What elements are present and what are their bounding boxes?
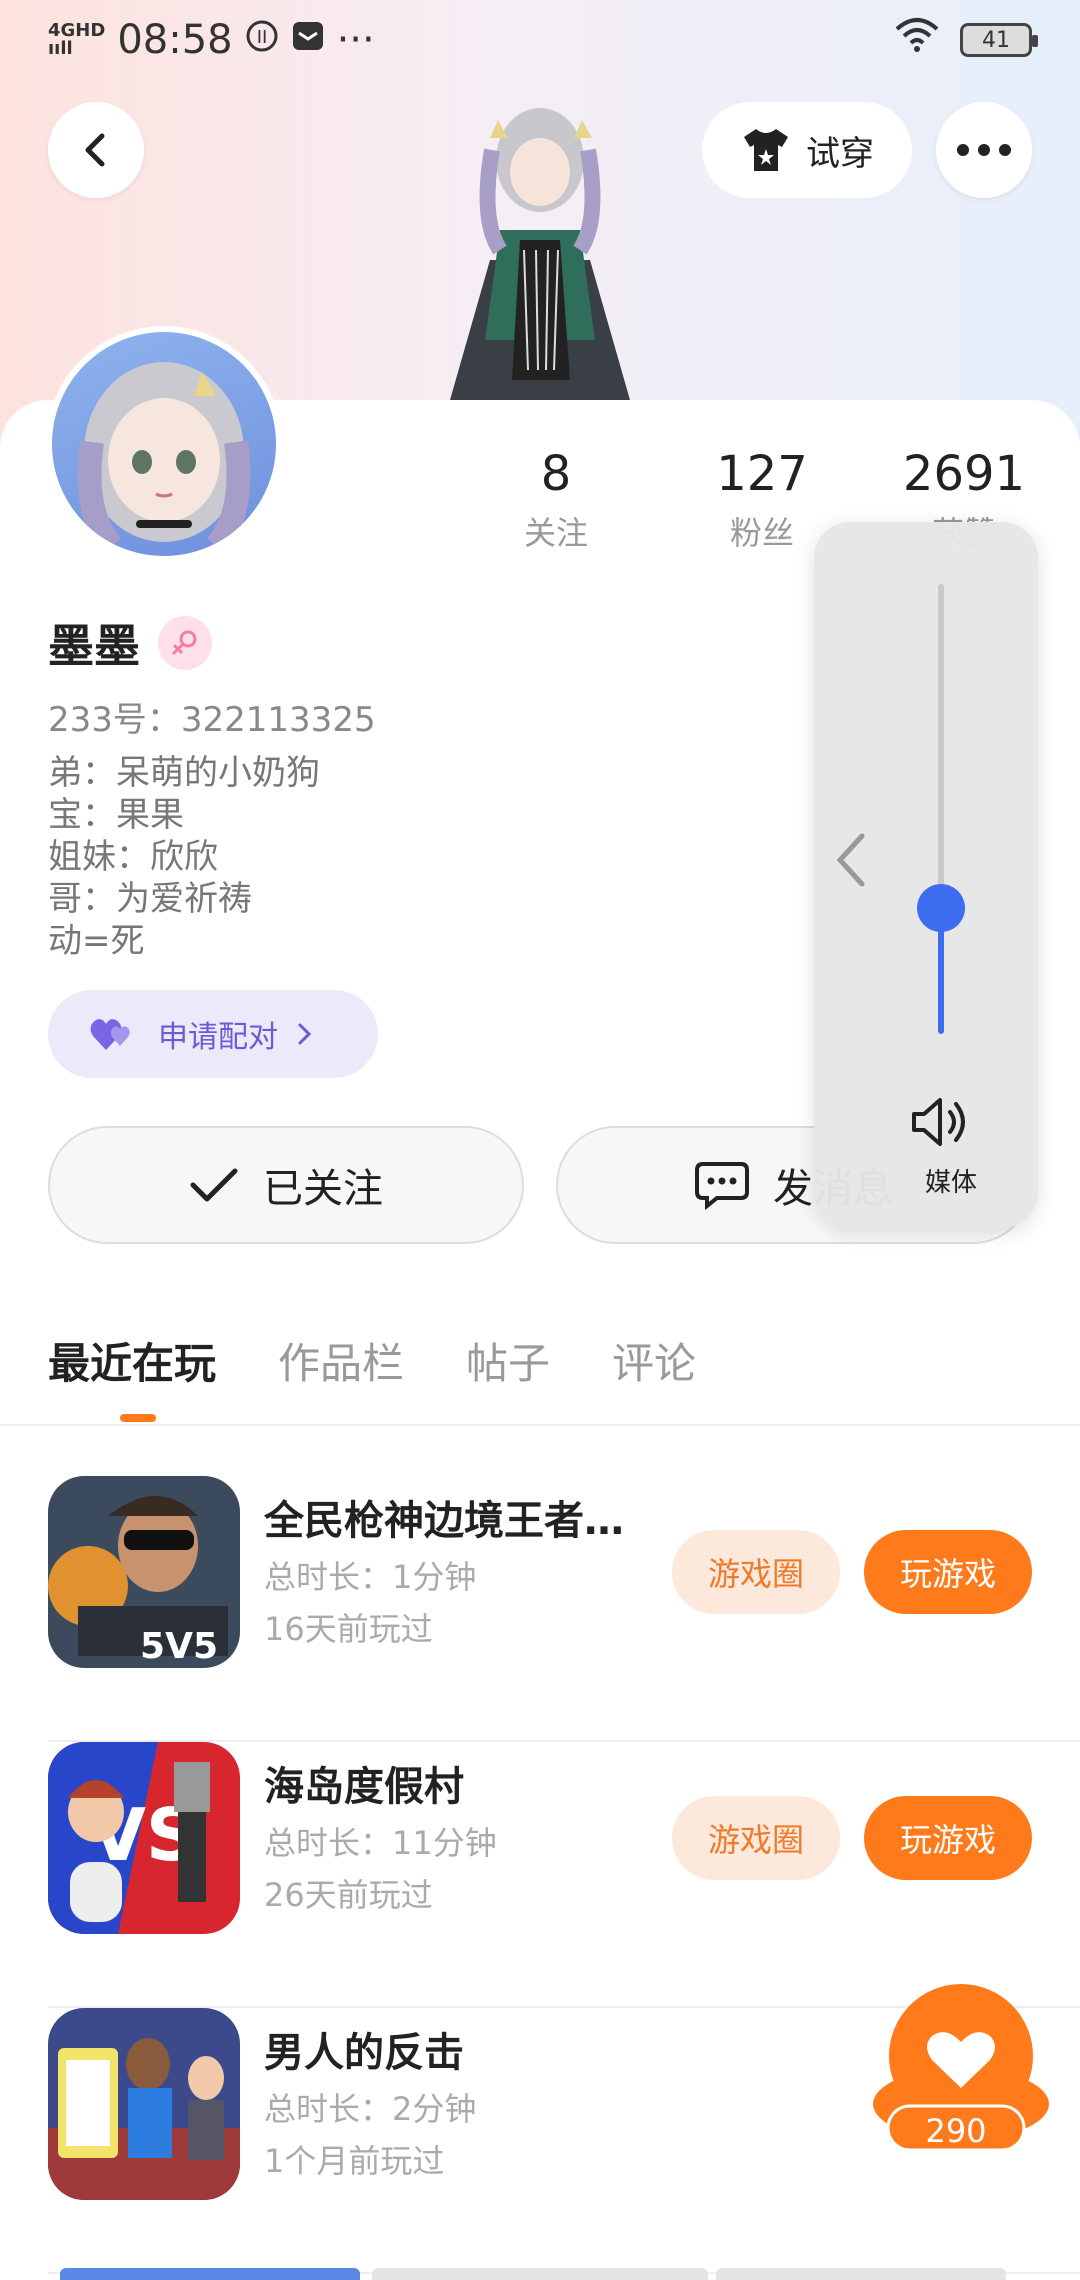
bio-line: 哥：为爱祈祷 <box>48 879 252 919</box>
network-indicator: 4GHD ııll <box>48 22 105 58</box>
following-label: 关注 <box>523 514 588 552</box>
user-id: 233号：322113325 <box>48 700 376 740</box>
stat-following[interactable]: 8 关注 <box>476 446 636 554</box>
message-icon <box>695 1162 749 1210</box>
next-row-partial <box>60 2268 360 2280</box>
play-game-button[interactable]: 玩游戏 <box>864 1530 1032 1614</box>
stat-fans[interactable]: 127 粉丝 <box>682 446 842 554</box>
bio-line: 宝：果果 <box>48 795 184 835</box>
pairing-label: 申请配对 <box>158 1020 278 1055</box>
game-title: 全民枪神边境王者… <box>264 1498 624 1544</box>
chevron-right-icon <box>298 1023 312 1045</box>
game-icon[interactable]: 5V5 <box>48 1476 240 1668</box>
game-duration: 总时长：11分钟 <box>264 1824 497 1862</box>
game-duration: 总时长：2分钟 <box>264 2090 477 2128</box>
tab-comments[interactable]: 评论 <box>612 1330 696 1391</box>
avatar-3d-character <box>420 80 660 400</box>
clock: 08:58 <box>117 17 233 63</box>
volume-knob[interactable] <box>917 884 965 932</box>
status-bar: 4GHD ııll 08:58 II ··· 41 <box>0 0 1080 80</box>
list-item[interactable]: 5V5 全民枪神边境王者… 总时长：1分钟 16天前玩过 游戏圈 玩游戏 <box>48 1476 1080 1742</box>
user-name: 墨墨 <box>48 619 140 673</box>
bio-line: 姐妹：欣欣 <box>48 837 218 877</box>
check-icon <box>190 1168 238 1202</box>
speaker-icon[interactable] <box>910 1096 974 1148</box>
game-title: 海岛度假村 <box>264 1764 464 1810</box>
wifi-icon <box>894 17 940 63</box>
game-icon[interactable]: VS <box>48 1742 240 1934</box>
likes-count: 2691 <box>902 446 1026 502</box>
game-circle-button[interactable]: 游戏圈 <box>672 1530 840 1614</box>
game-last-played: 1个月前玩过 <box>264 2142 445 2180</box>
status-app-icon: II <box>245 17 279 63</box>
chevron-left-icon <box>85 133 105 167</box>
volume-slider[interactable] <box>938 584 944 1034</box>
more-options-button[interactable] <box>936 102 1032 198</box>
next-row-partial <box>716 2268 1006 2280</box>
avatar[interactable] <box>46 326 282 562</box>
game-last-played: 16天前玩过 <box>264 1610 433 1648</box>
next-row-partial <box>372 2268 708 2280</box>
tab-works[interactable]: 作品栏 <box>278 1330 404 1391</box>
mail-icon <box>291 17 325 63</box>
try-on-button[interactable]: 试穿 <box>702 102 912 198</box>
try-on-label: 试穿 <box>806 133 874 174</box>
bio-line: 动=死 <box>48 921 145 961</box>
like-floating-button[interactable]: 290 <box>866 1984 1056 2154</box>
double-heart-icon <box>90 1019 130 1050</box>
tab-posts[interactable]: 帖子 <box>466 1330 550 1391</box>
name-row: 墨墨 <box>48 610 212 676</box>
request-pairing-button[interactable]: 申请配对 <box>48 990 378 1078</box>
more-notifications-icon: ··· <box>336 17 375 63</box>
volume-stream-label: 媒体 <box>924 1168 977 1198</box>
battery-level: 41 <box>982 27 1010 53</box>
game-last-played: 26天前玩过 <box>264 1876 433 1914</box>
followed-button[interactable]: 已关注 <box>48 1126 524 1244</box>
svg-text:II: II <box>256 27 267 48</box>
play-game-button[interactable]: 玩游戏 <box>864 1796 1032 1880</box>
game-circle-button[interactable]: 游戏圈 <box>672 1796 840 1880</box>
like-count: 290 <box>925 2112 987 2150</box>
back-button[interactable] <box>48 102 144 198</box>
bio-line: 弟：呆萌的小奶狗 <box>48 753 320 793</box>
list-item[interactable]: VS 海岛度假村 总时长：11分钟 26天前玩过 游戏圈 玩游戏 <box>48 1742 1080 2008</box>
game-duration: 总时长：1分钟 <box>264 1558 477 1596</box>
more-dots-icon <box>957 144 1011 156</box>
volume-panel[interactable]: 媒体 <box>814 522 1038 1228</box>
profile-tabs: 最近在玩 作品栏 帖子 评论 <box>48 1330 696 1422</box>
followed-label: 已关注 <box>263 1166 383 1212</box>
game-icon[interactable] <box>48 2008 240 2200</box>
signal-bars: ııll <box>48 38 73 59</box>
tshirt-icon <box>744 129 788 171</box>
female-gender-icon <box>158 616 212 670</box>
svg-text:5V5: 5V5 <box>140 1626 218 1667</box>
battery-indicator: 41 <box>960 23 1038 57</box>
following-count: 8 <box>540 446 572 502</box>
fans-count: 127 <box>716 446 808 502</box>
tab-recently-played[interactable]: 最近在玩 <box>48 1330 216 1422</box>
collapse-chevron-icon[interactable] <box>832 830 872 890</box>
bio: 弟：呆萌的小奶狗 宝：果果 姐妹：欣欣 哥：为爱祈祷 动=死 <box>48 752 320 962</box>
tabs-divider <box>0 1424 1080 1426</box>
game-title: 男人的反击 <box>264 2030 464 2076</box>
